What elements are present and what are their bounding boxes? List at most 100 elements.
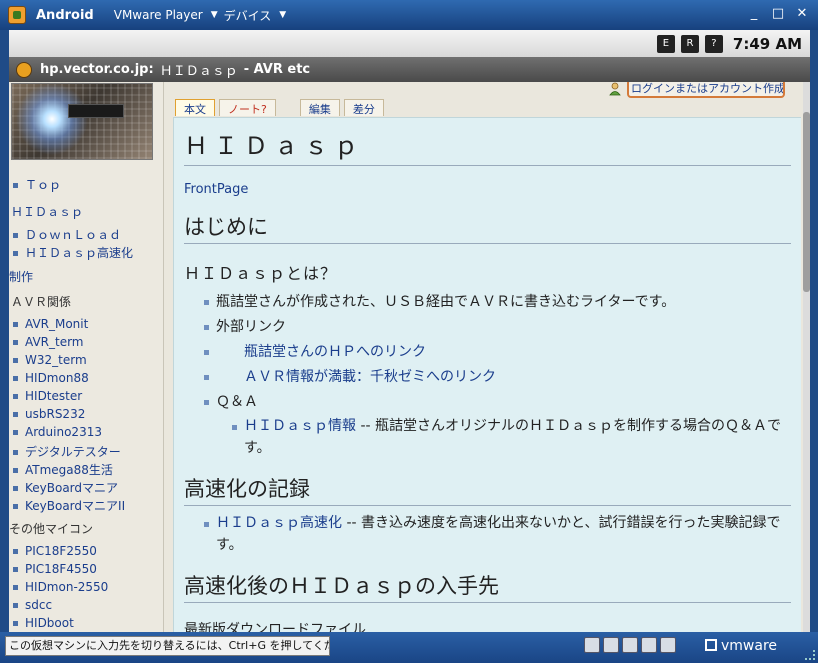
section-intro-title: はじめに bbox=[184, 211, 791, 244]
main-content: ログインまたはアカウント作成 本文 ノート? 編集 差分 ＨＩＤａｓｐ Fron… bbox=[165, 82, 803, 632]
chiaki-seminar-link[interactable]: ＡＶＲ情報が満載：千秋ゼミへのリンク bbox=[244, 369, 496, 385]
vm-title: Android bbox=[36, 7, 94, 23]
bullet-icon bbox=[204, 300, 209, 305]
network-icon[interactable] bbox=[641, 637, 657, 653]
article: ＨＩＤａｓｐ FrontPage はじめに ＨＩＤａｓｐとは？ 瓶詰堂さんが作成… bbox=[173, 117, 801, 632]
page-domain: hp.vector.co.jp: bbox=[40, 62, 154, 77]
bullet-icon bbox=[13, 183, 18, 188]
page-title: ＨＩＤａｓｐ bbox=[184, 126, 791, 166]
tab-diff[interactable]: 差分 bbox=[343, 99, 384, 116]
vm-statusbar: この仮想マシンに入力先を切り替えるには、Ctrl+G を押してください。 vmw… bbox=[0, 632, 818, 663]
cd-drive-icon[interactable] bbox=[603, 637, 619, 653]
binzumedo-link[interactable]: 瓶詰堂さんのＨＰへのリンク bbox=[244, 344, 426, 360]
bullet-icon bbox=[13, 358, 18, 363]
sidebar-item-avr-monit[interactable]: AVR_Monit bbox=[13, 317, 88, 331]
list-item: 瓶詰堂さんのＨＰへのリンク bbox=[204, 340, 791, 365]
vmware-logo: vmware bbox=[705, 638, 777, 654]
bullet-icon bbox=[13, 376, 18, 381]
tab-edit[interactable]: 編集 bbox=[299, 99, 340, 116]
site-favicon-icon bbox=[16, 61, 32, 78]
bullet-icon bbox=[232, 425, 237, 430]
sidebar-item-hidtester[interactable]: HIDtester bbox=[13, 389, 82, 403]
sidebar-item-hidmon-2550[interactable]: HIDmon-2550 bbox=[13, 580, 108, 594]
devices-menu[interactable]: デバイス ▼ bbox=[224, 7, 287, 24]
bullet-icon bbox=[13, 412, 18, 417]
sidebar-item-keyboard-mania[interactable]: KeyBoardマニア bbox=[13, 479, 118, 496]
web-page: Ｔｏｐ ＨＩＤａｓｐ ＤｏｗｎＬｏａｄ ＨＩＤａｓｐ高速化 制作 ＡＶＲ関係 A… bbox=[9, 82, 810, 632]
vmware-window: Android VMware Player ▼ デバイス ▼ _ □ ✕ E R ?… bbox=[0, 0, 818, 663]
sidebar-item-arduino2313[interactable]: Arduino2313 bbox=[13, 425, 102, 439]
maximize-button[interactable]: □ bbox=[770, 6, 786, 22]
sidebar-item-pic18f2550[interactable]: PIC18F2550 bbox=[13, 544, 97, 558]
sidebar-item-pic18f4550[interactable]: PIC18F4550 bbox=[13, 562, 97, 576]
tab-note[interactable]: ノート? bbox=[219, 99, 276, 116]
sidebar-item-download[interactable]: ＤｏｗｎＬｏａｄ bbox=[13, 226, 121, 243]
bullet-icon bbox=[204, 375, 209, 380]
floppy-icon[interactable] bbox=[622, 637, 638, 653]
vmware-player-menu[interactable]: VMware Player ▼ bbox=[114, 8, 218, 22]
site-header-photo bbox=[11, 83, 153, 160]
hidasp-info-link[interactable]: ＨＩＤａｓｐ情報 bbox=[244, 418, 356, 434]
list-item: Ｑ＆Ａ bbox=[204, 390, 791, 415]
bullet-icon bbox=[13, 486, 18, 491]
page-tabs: 本文 ノート? 編集 差分 bbox=[175, 99, 388, 116]
sidebar-item-production[interactable]: 制作 bbox=[9, 268, 33, 285]
usb-icon[interactable] bbox=[660, 637, 676, 653]
bullet-icon bbox=[13, 468, 18, 473]
sidebar-item-hidmon88[interactable]: HIDmon88 bbox=[13, 371, 89, 385]
bullet-icon bbox=[13, 394, 18, 399]
scrollbar-thumb[interactable] bbox=[803, 112, 810, 292]
bullet-icon bbox=[13, 340, 18, 345]
sidebar-item-keyboard-mania-2[interactable]: KeyBoardマニアII bbox=[13, 497, 125, 514]
bullet-icon bbox=[204, 522, 209, 527]
list-item: 外部リンク bbox=[204, 315, 791, 340]
section-speedup-title: 高速化の記録 bbox=[184, 473, 791, 506]
data-connection-icon: E bbox=[656, 34, 675, 53]
list-item: ＨＩＤａｓｐ情報 -- 瓶詰堂さんオリジナルのＨＩＤａｓｐを制作する場合のＱ＆Ａ… bbox=[232, 415, 791, 459]
sidebar-item-sdcc[interactable]: sdcc bbox=[13, 598, 52, 612]
signal-icon: R bbox=[680, 34, 699, 53]
resize-grip-icon[interactable] bbox=[805, 650, 815, 660]
bullet-icon bbox=[13, 251, 18, 256]
bullet-icon bbox=[13, 504, 18, 509]
hidasp-speedup-link[interactable]: ＨＩＤａｓｐ高速化 bbox=[216, 515, 342, 531]
sidebar-item-atmega88[interactable]: ATmega88生活 bbox=[13, 461, 113, 478]
login-link[interactable]: ログインまたはアカウント作成 bbox=[627, 82, 785, 98]
bullet-icon bbox=[13, 603, 18, 608]
latest-download-text: 最新版ダウンロードファイル bbox=[184, 622, 366, 632]
bullet-icon bbox=[13, 549, 18, 554]
sidebar-item-avr-term[interactable]: AVR_term bbox=[13, 335, 84, 349]
site-name: - AVR etc bbox=[243, 62, 311, 77]
sidebar-heading-other: その他マイコン bbox=[9, 522, 94, 536]
browser-title-bar: hp.vector.co.jp: ＨＩＤａｓｐ - AVR etc bbox=[9, 57, 810, 82]
bullet-icon bbox=[13, 621, 18, 626]
battery-unknown-icon: ? bbox=[704, 34, 723, 53]
intro-list: 瓶詰堂さんが作成された、ＵＳＢ経由でＡＶＲに書き込むライターです。 外部リンク … bbox=[204, 290, 791, 459]
vm-input-hint: この仮想マシンに入力先を切り替えるには、Ctrl+G を押してください。 bbox=[5, 636, 330, 656]
device-icons bbox=[584, 637, 676, 653]
bullet-icon bbox=[13, 567, 18, 572]
bullet-icon bbox=[13, 585, 18, 590]
sidebar-item-top[interactable]: Ｔｏｐ bbox=[13, 176, 61, 193]
tab-body[interactable]: 本文 bbox=[175, 99, 215, 116]
section-obtain-title: 高速化後のＨＩＤａｓｐの入手先 bbox=[184, 570, 791, 603]
list-item: ＡＶＲ情報が満載：千秋ゼミへのリンク bbox=[204, 365, 791, 390]
scrollbar[interactable] bbox=[803, 82, 810, 632]
sidebar: Ｔｏｐ ＨＩＤａｓｐ ＤｏｗｎＬｏａｄ ＨＩＤａｓｐ高速化 制作 ＡＶＲ関係 A… bbox=[9, 82, 164, 632]
sidebar-item-hidasp[interactable]: ＨＩＤａｓｐ bbox=[11, 203, 83, 220]
sidebar-item-hidboot[interactable]: HIDboot bbox=[13, 616, 74, 630]
minimize-button[interactable]: _ bbox=[746, 6, 762, 22]
section-intro-subtitle: ＨＩＤａｓｐとは？ bbox=[184, 264, 338, 283]
bullet-icon bbox=[204, 325, 209, 330]
bullet-icon bbox=[13, 233, 18, 238]
android-status-bar: E R ? 7:49 AM bbox=[9, 30, 810, 57]
sidebar-item-digital-tester[interactable]: デジタルテスター bbox=[13, 443, 121, 460]
sidebar-item-w32-term[interactable]: W32_term bbox=[13, 353, 87, 367]
hard-disk-icon[interactable] bbox=[584, 637, 600, 653]
sidebar-item-speedup[interactable]: ＨＩＤａｓｐ高速化 bbox=[13, 244, 133, 261]
list-item: 瓶詰堂さんが作成された、ＵＳＢ経由でＡＶＲに書き込むライターです。 bbox=[204, 290, 791, 315]
close-button[interactable]: ✕ bbox=[794, 6, 810, 22]
sidebar-item-usbrs232[interactable]: usbRS232 bbox=[13, 407, 85, 421]
frontpage-link[interactable]: FrontPage bbox=[184, 182, 791, 197]
page-title-text: ＨＩＤａｓｐ bbox=[159, 64, 238, 79]
